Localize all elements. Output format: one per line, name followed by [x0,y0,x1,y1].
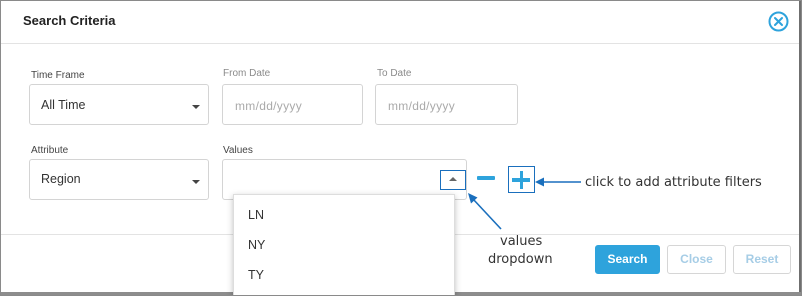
values-dropdown-menu: LN NY TY [233,194,455,295]
chevron-down-icon [192,180,200,184]
attribute-select[interactable]: Region [29,159,209,200]
from-date-label: From Date [223,68,271,79]
attribute-value: Region [41,172,81,186]
from-date-placeholder: mm/dd/yyyy [235,99,303,113]
search-criteria-dialog: Search Criteria Time Frame All Time From… [0,0,802,296]
add-filters-annotation: click to add attribute filters [585,175,762,190]
caret-up-icon[interactable] [440,170,466,190]
values-option[interactable]: NY [248,238,265,252]
values-dropdown-annotation-line2: dropdown [488,252,553,267]
dialog-header: Search Criteria [1,1,801,44]
close-circle-icon[interactable] [768,11,789,32]
add-filter-button[interactable] [508,166,535,193]
add-filters-arrowhead [535,177,544,187]
values-dropdown-arrow [472,198,502,230]
values-option[interactable]: TY [248,268,264,282]
to-date-label: To Date [377,68,412,79]
values-dropdown-arrowhead [468,193,478,204]
attribute-label: Attribute [31,145,69,156]
search-button[interactable]: Search [595,245,660,274]
time-frame-select[interactable]: All Time [29,84,209,125]
to-date-placeholder: mm/dd/yyyy [388,99,456,113]
values-label: Values [223,145,253,156]
remove-filter-button[interactable] [477,176,495,180]
values-dropdown-annotation-line1: values [500,234,543,249]
values-option[interactable]: LN [248,208,264,222]
dialog-title: Search Criteria [23,13,116,28]
reset-button[interactable]: Reset [733,245,791,274]
close-button[interactable]: Close [667,245,726,274]
to-date-field[interactable]: mm/dd/yyyy [375,84,518,125]
from-date-field[interactable]: mm/dd/yyyy [222,84,363,125]
time-frame-label: Time Frame [31,70,85,81]
chevron-down-icon [192,105,200,109]
time-frame-value: All Time [41,98,86,112]
